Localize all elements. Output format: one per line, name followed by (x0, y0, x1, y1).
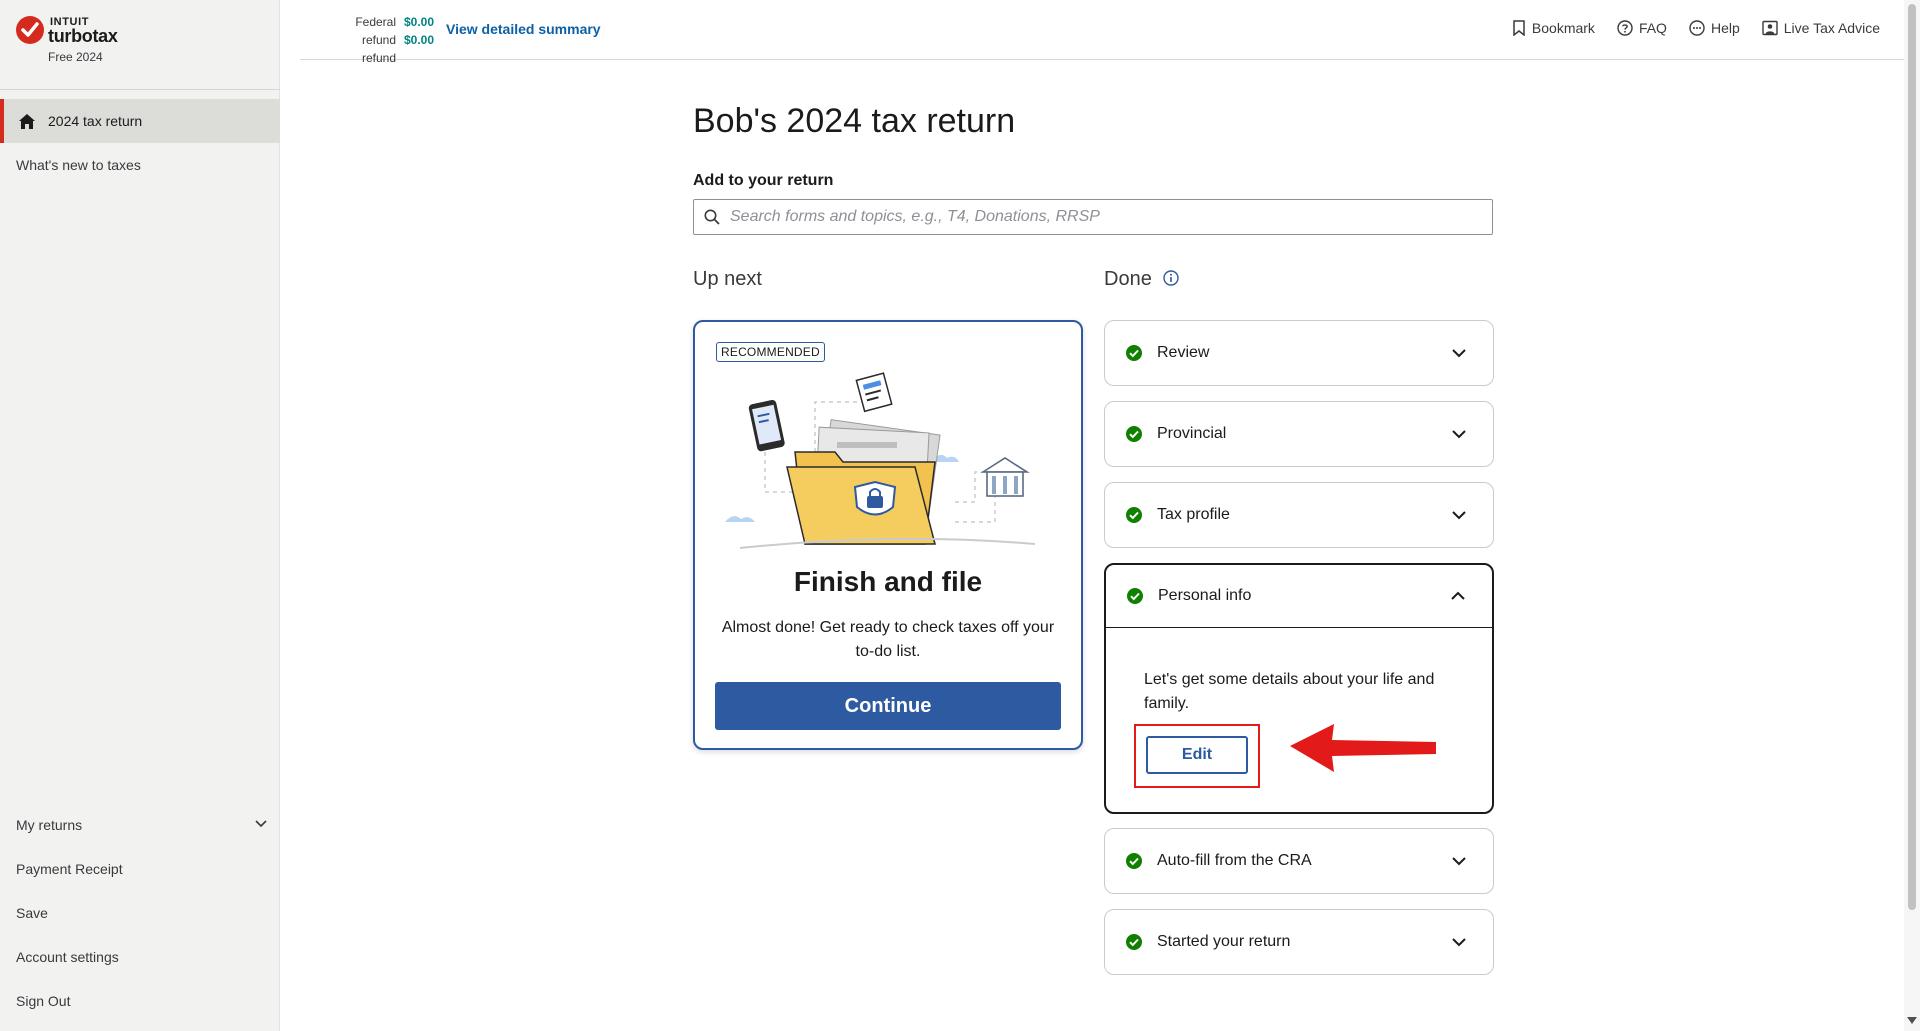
turbotax-wordmark: turbotax (48, 26, 118, 46)
chevron-down-icon[interactable] (1451, 345, 1467, 361)
done-section-tax-profile: Tax profile (1104, 482, 1494, 548)
accordion-label: Provincial (1157, 425, 1227, 442)
recommended-title: Finish and file (793, 566, 983, 597)
chevron-down-icon[interactable] (254, 817, 268, 831)
done-section-review: Review (1104, 320, 1494, 386)
faq-button[interactable]: FAQ (1617, 20, 1667, 36)
check-circle-icon (1126, 853, 1142, 869)
done-heading-wrap: Done (1104, 268, 1180, 291)
done-section-provincial: Provincial (1104, 401, 1494, 467)
bookmark-label: Bookmark (1531, 20, 1595, 36)
chevron-down-icon[interactable] (1451, 934, 1467, 950)
chevron-down-icon[interactable] (1451, 853, 1467, 869)
search-box[interactable] (693, 199, 1493, 235)
question-icon (1617, 20, 1633, 36)
provincial-refund-value: $0.00 (404, 33, 435, 47)
bookmark-button[interactable]: Bookmark (1512, 20, 1595, 36)
done-section-personal-info: Personal info Let's get some details abo… (1104, 563, 1494, 814)
chevron-down-icon[interactable] (1451, 426, 1467, 442)
recommended-badge: RECOMMENDED (716, 342, 825, 362)
search-input[interactable] (730, 208, 1492, 226)
chevron-up-icon[interactable] (1450, 588, 1466, 604)
home-icon (19, 113, 35, 129)
live-tax-advice-label: Live Tax Advice (1783, 20, 1880, 36)
accordion-header[interactable]: Started your return (1105, 910, 1493, 974)
edit-button[interactable]: Edit (1146, 736, 1248, 774)
edition-label: Free 2024 (48, 50, 103, 64)
personal-info-description: Let's get some details about your life a… (1144, 671, 1435, 712)
annotation-arrow-icon (1290, 724, 1436, 772)
refund-values: $0.00 $0.00 (404, 13, 434, 49)
sidebar-item-my-returns[interactable]: My returns (16, 817, 82, 833)
add-to-return-label: Add to your return (693, 172, 834, 189)
up-next-heading: Up next (693, 268, 762, 290)
accordion-header[interactable]: Review (1105, 321, 1493, 385)
provincial-refund-label: refund (361, 51, 396, 65)
sidebar-item-tax-return[interactable]: 2024 tax return (0, 99, 280, 143)
expert-icon (1762, 20, 1778, 36)
sidebar-item-whats-new[interactable]: What's new to taxes (16, 157, 141, 173)
accordion-label: Review (1157, 344, 1210, 361)
checkmark-logo-icon (16, 16, 44, 44)
accordion-header[interactable]: Personal info (1106, 565, 1492, 627)
sidebar: INTUIT turbotax Free 2024 2024 tax retur… (0, 0, 280, 1031)
sidebar-item-payment-receipt[interactable]: Payment Receipt (16, 861, 123, 877)
federal-refund-value: $0.00 (404, 15, 435, 29)
check-circle-icon (1127, 588, 1143, 604)
info-icon[interactable] (1163, 270, 1180, 286)
help-label: Help (1710, 20, 1740, 36)
chevron-down-icon[interactable] (1451, 507, 1467, 523)
accordion-header[interactable]: Auto-fill from the CRA (1105, 829, 1493, 893)
top-bar: Federal refund refund $0.00 $0.00 View d… (300, 0, 1904, 65)
page-title: Bob's 2024 tax return (693, 102, 1016, 140)
sidebar-item-label: 2024 tax return (48, 113, 143, 129)
recommended-card: RECOMMENDED Finish and file Almost done!… (693, 320, 1083, 750)
refund-labels: Federal refund refund (318, 13, 396, 67)
recommended-description: Almost done! Get ready to check taxes of… (721, 619, 1055, 660)
accordion-header[interactable]: Tax profile (1105, 483, 1493, 547)
edit-highlight-box: Edit (1134, 724, 1260, 788)
accordion-label: Tax profile (1157, 506, 1230, 523)
sidebar-item-sign-out[interactable]: Sign Out (16, 993, 70, 1009)
view-detailed-summary-link[interactable]: View detailed summary (446, 21, 601, 37)
sidebar-divider (0, 89, 280, 90)
chat-icon (1689, 20, 1705, 36)
live-tax-advice-button[interactable]: Live Tax Advice (1762, 20, 1880, 36)
sidebar-item-save[interactable]: Save (16, 905, 48, 921)
done-heading: Done (1104, 268, 1152, 290)
scroll-down-arrow-icon[interactable] (1907, 1017, 1917, 1025)
check-circle-icon (1126, 934, 1142, 950)
done-section-started-return: Started your return (1104, 909, 1494, 975)
continue-button[interactable]: Continue (715, 682, 1061, 730)
check-circle-icon (1126, 345, 1142, 361)
scrollbar-thumb[interactable] (1908, 4, 1916, 910)
help-button[interactable]: Help (1689, 20, 1740, 36)
check-circle-icon (1126, 507, 1142, 523)
sidebar-item-account-settings[interactable]: Account settings (16, 949, 119, 965)
bookmark-icon (1513, 20, 1525, 36)
finish-and-file-illustration (725, 372, 1036, 549)
turbotax-logo[interactable]: INTUIT turbotax Free 2024 (16, 16, 216, 68)
accordion-label: Personal info (1158, 587, 1252, 604)
accordion-body: Let's get some details about your life a… (1106, 627, 1492, 812)
done-section-auto-fill: Auto-fill from the CRA (1104, 828, 1494, 894)
check-circle-icon (1126, 426, 1142, 442)
faq-label: FAQ (1638, 20, 1667, 36)
federal-refund-label: Federal refund (355, 15, 396, 47)
search-icon (704, 209, 720, 225)
vertical-scrollbar[interactable] (1904, 0, 1920, 1031)
accordion-label: Auto-fill from the CRA (1157, 852, 1312, 869)
top-actions: Bookmark FAQ Help Live Tax Advice (1490, 20, 1880, 36)
accordion-header[interactable]: Provincial (1105, 402, 1493, 466)
accordion-label: Started your return (1157, 933, 1291, 950)
